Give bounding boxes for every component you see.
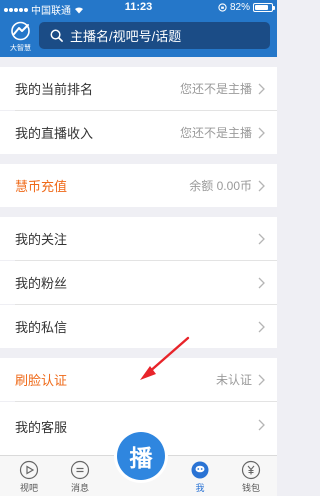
chevron-right-icon [258,374,265,385]
live-broadcast-label: 播 [117,432,165,480]
menu-item-label: 我的私信 [15,320,68,335]
menu-item-face-auth[interactable]: 刷脸认证 未认证 [0,358,277,401]
tab-label: 视吧 [19,483,38,493]
battery-icon [253,3,275,12]
search-placeholder: 主播名/视吧号/话题 [70,29,182,44]
profile-icon [191,461,209,479]
wallet-icon [241,460,261,480]
logo-icon [11,21,30,41]
menu-item-label: 刷脸认证 [15,373,68,388]
play-icon [19,460,39,480]
orientation-lock-icon [218,3,227,12]
tab-me[interactable]: 我 [177,456,223,496]
chevron-right-icon [258,233,265,244]
search-icon [50,29,63,42]
app-header: 中国联通 11:23 82% 大智慧 主播名/视吧号/话题 [0,0,277,57]
menu-item-fans[interactable]: 我的粉丝 [0,261,277,304]
menu-item-value: 您还不是主播 [179,126,252,140]
menu-item-messages[interactable]: 我的私信 [0,305,277,348]
tab-shiba[interactable]: 视吧 [6,456,52,496]
logo-text: 大智慧 [10,45,31,52]
chevron-right-icon [258,127,265,138]
menu-item-value: 余额 0.00币 [189,179,252,193]
tab-label: 我 [195,483,205,493]
menu-item-rank[interactable]: 我的当前排名 您还不是主播 [0,67,277,110]
menu-item-label: 慧币充值 [15,179,68,194]
status-bar: 中国联通 11:23 82% [0,0,277,17]
chevron-right-icon [258,277,265,288]
message-icon [70,460,90,480]
menu-item-recharge[interactable]: 慧币充值 余额 0.00币 [0,164,277,207]
chevron-right-icon [258,321,265,332]
menu-item-income[interactable]: 我的直播收入 您还不是主播 [0,111,277,154]
tab-label: 消息 [70,483,89,493]
battery-percent: 82% [229,2,250,13]
app-logo[interactable]: 大智慧 [7,21,34,53]
menu-item-label: 我的关注 [15,232,68,247]
chevron-right-icon [258,180,265,191]
search-input[interactable]: 主播名/视吧号/话题 [39,22,270,49]
menu-item-value: 您还不是主播 [179,82,252,96]
menu-item-label: 我的当前排名 [15,82,94,97]
live-broadcast-button[interactable]: 播 [114,429,168,483]
menu-item-label: 我的粉丝 [15,276,68,291]
menu-item-label: 我的直播收入 [15,126,94,141]
chevron-right-icon [258,83,265,94]
menu-item-follow[interactable]: 我的关注 [0,217,277,260]
tab-messages[interactable]: 消息 [57,456,103,496]
tab-label: 钱包 [241,483,260,493]
chevron-right-icon [258,419,265,431]
menu-item-value: 未认证 [215,373,252,387]
tab-wallet[interactable]: 钱包 [228,456,274,496]
